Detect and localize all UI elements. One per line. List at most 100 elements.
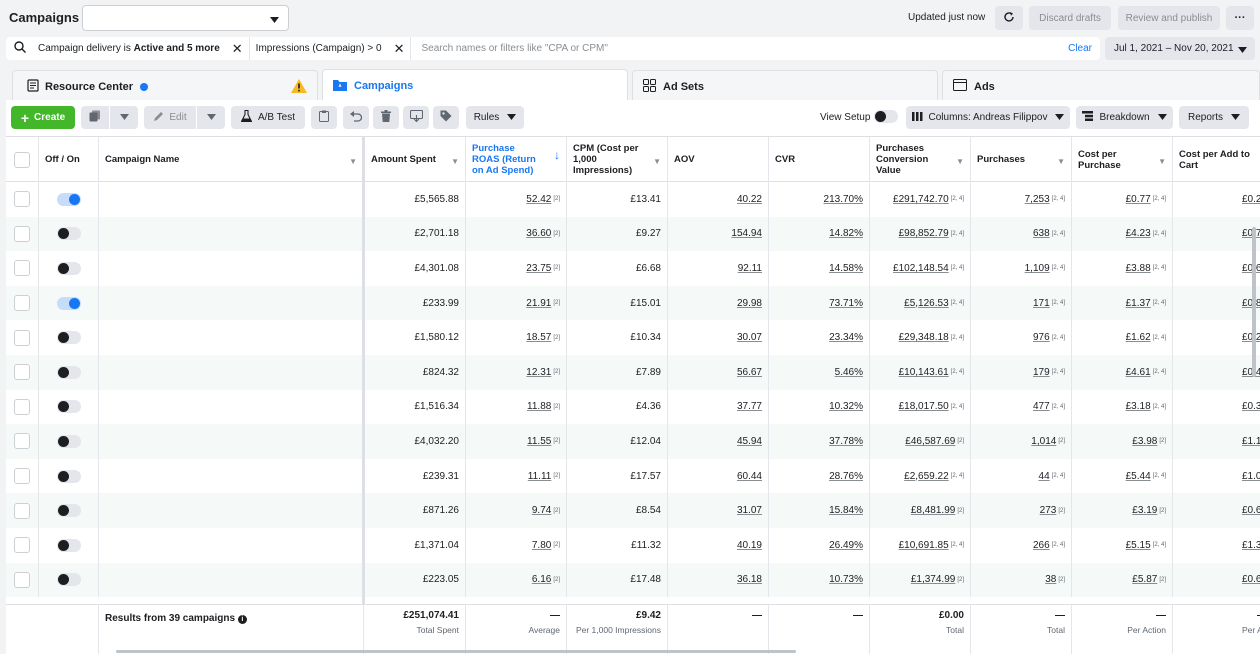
cell-aov[interactable]: 56.67 [668,355,769,390]
cell-roas[interactable]: 18.57 [2] [466,320,567,355]
tag-button[interactable] [433,106,459,129]
cell-cpa[interactable]: £1.31 [1173,528,1260,563]
clipboard-button[interactable] [311,106,337,129]
row-checkbox[interactable] [14,295,30,312]
col-purchases-conversion-value[interactable]: Purchases Conversion Value ▼ [870,137,971,182]
create-button[interactable]: + Create [11,106,75,129]
cell-cpp[interactable]: £4.61 [2, 4] [1072,355,1173,390]
table-row[interactable]: £1,371.04 7.80 [2] £11.32 40.19 26.49% £10,691… [6,528,1260,563]
cell-purch[interactable]: 266 [2, 4] [971,528,1072,563]
cell-cvr[interactable]: 28.76% [769,458,870,494]
review-publish-button[interactable]: Review and publish [1118,6,1220,30]
cell-purch[interactable]: 44 [2, 4] [971,458,1072,494]
cell-purch[interactable]: 638 [2, 4] [971,216,1072,252]
cell-roas[interactable]: 11.55 [2] [466,424,567,459]
cell-aov[interactable]: 31.07 [668,493,769,528]
table-row[interactable]: £1,580.12 18.57 [2] £10.34 30.07 23.34% £29,34… [6,320,1260,355]
campaign-name-cell[interactable] [99,528,364,563]
cell-cvr[interactable]: 15.84% [769,493,870,528]
campaign-toggle[interactable] [56,331,81,345]
campaign-name-cell[interactable] [99,389,364,425]
campaign-toggle[interactable] [56,227,81,241]
cell-cvr[interactable]: 14.82% [769,216,870,252]
undo-button[interactable] [343,106,369,129]
search-input[interactable]: Search names or filters like "CPA or CPM… [421,43,607,54]
cell-cvr[interactable]: 26.49% [769,528,870,563]
campaign-toggle[interactable] [56,296,81,310]
table-row[interactable]: £233.99 21.91 [2] £15.01 29.98 73.71% £5,126.5… [6,285,1260,321]
cell-pcv[interactable]: £98,852.79 [2, 4] [870,216,971,252]
cell-cpp[interactable]: £4.23 [2, 4] [1072,216,1173,252]
row-checkbox[interactable] [14,191,30,208]
campaign-name-cell[interactable] [99,251,364,286]
cell-aov[interactable]: 37.77 [668,389,769,425]
campaign-toggle[interactable] [56,192,81,206]
close-icon[interactable]: ✕ [394,41,405,57]
vertical-scrollbar[interactable] [1252,227,1256,377]
cell-pcv[interactable]: £46,587.69 [2] [870,424,971,459]
cell-cpp[interactable]: £5.44 [2, 4] [1072,458,1173,494]
cell-cpa[interactable]: £0.26 [1173,182,1260,217]
row-checkbox[interactable] [14,260,30,277]
table-row[interactable]: £4,301.08 23.75 [2] £6.68 92.11 14.58% £102,14… [6,251,1260,286]
select-all-checkbox[interactable] [14,151,30,168]
cell-cpa[interactable]: £0.62 [1173,251,1260,286]
refresh-button[interactable] [995,6,1023,30]
row-checkbox[interactable] [14,364,30,381]
cell-cvr[interactable]: 23.34% [769,320,870,355]
close-icon[interactable]: ✕ [232,41,243,57]
cell-aov[interactable]: 36.18 [668,562,769,598]
cell-cvr[interactable]: 10.73% [769,562,870,598]
col-cost-per-add-to-cart[interactable]: Cost per Add to Cart [1173,137,1260,182]
ab-test-button[interactable]: A/B Test [231,106,305,129]
cell-aov[interactable]: 40.19 [668,528,769,563]
duplicate-button[interactable] [81,106,109,129]
cell-cpa[interactable]: £0.29 [1173,320,1260,355]
row-checkbox[interactable] [14,537,30,554]
table-row[interactable]: £5,565.88 52.42 [2] £13.41 40.22 213.70% £291,… [6,182,1260,217]
row-checkbox[interactable] [14,433,30,450]
campaign-name-cell[interactable] [99,562,364,598]
cell-purch[interactable]: 477 [2, 4] [971,389,1072,425]
campaign-name-cell[interactable] [99,320,364,355]
cell-roas[interactable]: 11.11 [2] [466,458,567,494]
cell-cpp[interactable]: £0.77 [2, 4] [1072,182,1173,217]
campaign-toggle[interactable] [56,538,81,552]
col-campaign-name[interactable]: Campaign Name ▼ [99,137,364,182]
cell-purch[interactable]: 976 [2, 4] [971,320,1072,355]
cell-cpa[interactable]: £0.89 [1173,286,1260,321]
cell-roas[interactable]: 21.91 [2] [466,285,567,321]
col-cost-per-purchase[interactable]: Cost per Purchase ▼ [1072,137,1173,182]
campaign-toggle[interactable] [56,573,81,587]
campaign-name-cell[interactable] [99,458,364,494]
discard-drafts-button[interactable]: Discard drafts [1029,6,1111,30]
cell-roas[interactable]: 7.80 [2] [466,528,567,563]
table-row[interactable]: £2,701.18 36.60 [2] £9.27 154.94 14.82% £98,85… [6,216,1260,252]
campaign-name-cell[interactable] [99,493,364,528]
rules-dropdown[interactable]: Rules [466,106,524,129]
table-row[interactable]: £239.31 11.11 [2] £17.57 60.44 28.76% £2,659.2… [6,458,1260,494]
cell-cvr[interactable]: 5.46% [769,355,870,390]
cell-pcv[interactable]: £8,481.99 [2] [870,493,971,528]
campaign-name-cell[interactable] [99,216,364,252]
table-row[interactable]: £824.32 12.31 [2] £7.89 56.67 5.46% £10,143.61… [6,355,1260,390]
cell-purch[interactable]: 38 [2] [971,562,1072,598]
cell-roas[interactable]: 52.42 [2] [466,182,567,217]
filter-chip-impressions[interactable]: Impressions (Campaign) > 0 ✕ [250,37,412,60]
cell-cpp[interactable]: £1.37 [2, 4] [1072,285,1173,321]
horizontal-scrollbar[interactable] [116,650,796,653]
cell-aov[interactable]: 60.44 [668,458,769,494]
cell-aov[interactable]: 45.94 [668,424,769,459]
cell-cvr[interactable]: 73.71% [769,285,870,321]
cell-purch[interactable]: 1,014 [2] [971,424,1072,459]
table-row[interactable]: £4,032.20 11.55 [2] £12.04 45.94 37.78% £46,58… [6,424,1260,459]
cell-purch[interactable]: 179 [2, 4] [971,355,1072,390]
campaign-name-cell[interactable] [99,182,364,217]
cell-cpa[interactable]: £0.46 [1173,355,1260,390]
col-purchases[interactable]: Purchases ▼ [971,137,1072,182]
cell-roas[interactable]: 6.16 [2] [466,562,567,598]
reports-dropdown[interactable]: Reports [1179,106,1249,129]
cell-cpp[interactable]: £3.88 [2, 4] [1072,251,1173,286]
cell-cpa[interactable]: £0.74 [1173,217,1260,252]
campaign-name-cell[interactable] [99,355,364,390]
